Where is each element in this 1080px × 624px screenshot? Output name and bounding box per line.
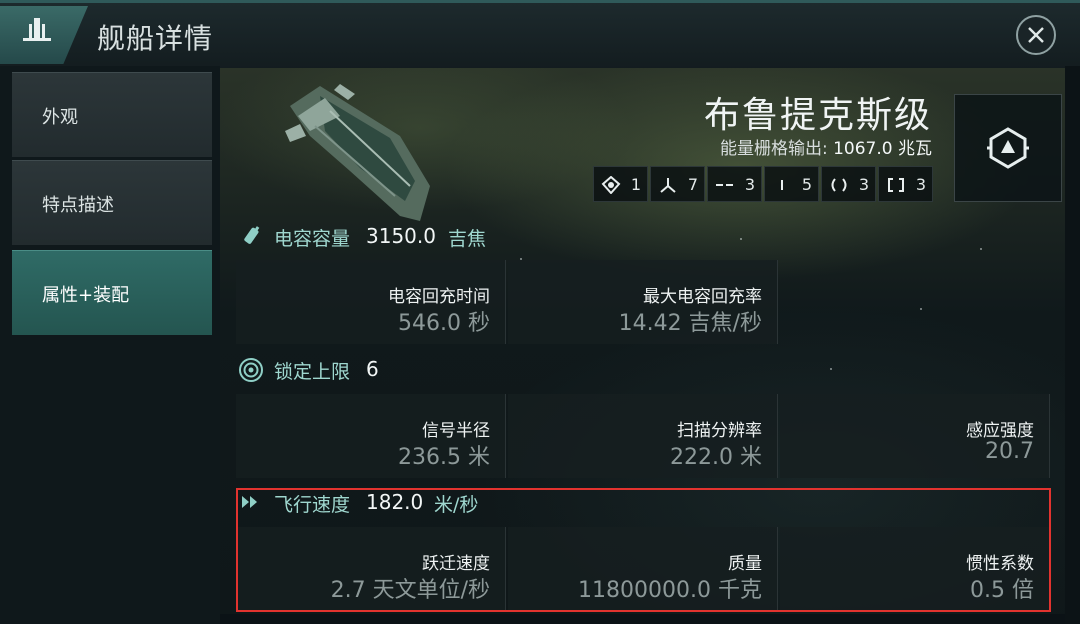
targeting-stats: 信号半径 236.5 米 扫描分辨率 222.0 米 感应强度 20.7 bbox=[236, 394, 1050, 478]
tab-description-label: 特点描述 bbox=[42, 195, 114, 216]
drone-slot-count: 7 bbox=[687, 175, 698, 194]
navigation-unit: 米/秒 bbox=[434, 494, 479, 516]
title-bar: 舰船详情 bbox=[0, 0, 1080, 69]
turret-slot-count: 1 bbox=[630, 175, 641, 194]
tab-attributes-fitting[interactable]: 属性+装配 bbox=[12, 250, 212, 335]
fitting-emblem-icon bbox=[987, 127, 1029, 169]
capacitor-value: 3150.0 bbox=[366, 224, 436, 248]
speed-arrows-icon bbox=[242, 496, 257, 508]
mid-slot: 5 bbox=[764, 166, 819, 202]
rig-slot-count: 3 bbox=[915, 175, 926, 194]
window-edge bbox=[1065, 66, 1080, 624]
tab-description[interactable]: 特点描述 bbox=[12, 160, 212, 245]
stat-label: 扫描分辨率 bbox=[677, 421, 762, 441]
tab-appearance-label: 外观 bbox=[42, 107, 78, 128]
rig-slot-icon bbox=[888, 178, 904, 192]
high-slot-icon bbox=[716, 184, 733, 186]
stat-label: 跃迁速度 bbox=[422, 554, 490, 574]
stat-value: 546.0 秒 bbox=[398, 311, 490, 336]
stat-value: 2.7 天文单位/秒 bbox=[330, 578, 490, 603]
capacitor-unit: 吉焦 bbox=[448, 228, 487, 250]
close-button[interactable] bbox=[1016, 15, 1056, 55]
star bbox=[740, 238, 742, 240]
rig-slot: 3 bbox=[878, 166, 933, 202]
stat-value: 222.0 米 bbox=[670, 445, 762, 470]
stat-warp-speed: 跃迁速度 2.7 天文单位/秒 bbox=[236, 527, 506, 611]
page-title: 舰船详情 bbox=[97, 22, 214, 55]
low-slot-count: 3 bbox=[858, 175, 869, 194]
stat-cap-peak-recharge: 最大电容回充率 14.42 吉焦/秒 bbox=[508, 260, 778, 344]
stat-label: 最大电容回充率 bbox=[643, 287, 762, 307]
tab-attributes-fitting-label: 属性+装配 bbox=[42, 285, 130, 306]
turret-slot-icon bbox=[601, 176, 621, 194]
stat-label: 感应强度 bbox=[966, 421, 1034, 441]
drone-slot-icon bbox=[660, 178, 676, 193]
navigation-section-header: 飞行速度 182.0 米/秒 bbox=[238, 488, 638, 520]
mid-slot-count: 5 bbox=[801, 175, 812, 194]
stat-label: 电容回充时间 bbox=[388, 287, 490, 307]
stat-cap-recharge-time: 电容回充时间 546.0 秒 bbox=[236, 260, 506, 344]
stat-value: 0.5 倍 bbox=[970, 578, 1034, 603]
ship-info-panel: 布鲁提克斯级 能量栅格输出: 1067.0 兆瓦 1 7 3 5 3 3 电容容… bbox=[220, 68, 1065, 614]
navigation-label: 飞行速度 bbox=[274, 494, 351, 516]
ship-name: 布鲁提克斯级 bbox=[703, 95, 932, 136]
drone-slot: 7 bbox=[650, 166, 705, 202]
power-grid-output: 能量栅格输出: 1067.0 兆瓦 bbox=[720, 134, 932, 159]
capacitor-section-header: 电容容量 3150.0 吉焦 bbox=[238, 222, 638, 254]
power-grid-label: 能量栅格输出: bbox=[719, 139, 828, 159]
capacitor-label: 电容容量 bbox=[274, 228, 351, 250]
stat-sensor-strength: 感应强度 20.7 bbox=[780, 394, 1050, 478]
ship-silhouette-icon bbox=[23, 18, 51, 41]
targeting-section-header: 锁定上限 6 bbox=[238, 355, 638, 387]
sidebar: 外观 特点描述 属性+装配 bbox=[0, 66, 220, 624]
capacitor-battery-icon bbox=[244, 226, 260, 244]
target-lock-icon bbox=[239, 358, 263, 382]
tab-appearance[interactable]: 外观 bbox=[12, 72, 212, 157]
stat-signature-radius: 信号半径 236.5 米 bbox=[236, 394, 506, 478]
close-icon bbox=[1028, 27, 1044, 43]
star bbox=[980, 248, 982, 250]
ship-emblem-button[interactable] bbox=[954, 94, 1062, 202]
low-slot-icon bbox=[831, 178, 847, 192]
stat-value: 11800000.0 千克 bbox=[578, 578, 762, 603]
high-slot: 3 bbox=[707, 166, 762, 202]
power-grid-unit: 兆瓦 bbox=[898, 139, 932, 159]
targeting-value: 6 bbox=[366, 357, 379, 381]
mid-slot-icon bbox=[781, 180, 783, 190]
star bbox=[830, 368, 832, 370]
ship-class-badge bbox=[0, 6, 88, 64]
stat-value: 14.42 吉焦/秒 bbox=[618, 311, 762, 336]
stat-inertia-modifier: 惯性系数 0.5 倍 bbox=[780, 527, 1050, 611]
high-slot-count: 3 bbox=[744, 175, 755, 194]
navigation-value: 182.0 bbox=[366, 490, 424, 514]
power-grid-value: 1067.0 bbox=[833, 139, 893, 159]
low-slot: 3 bbox=[821, 166, 876, 202]
stat-value: 236.5 米 bbox=[398, 445, 490, 470]
stat-label: 质量 bbox=[728, 554, 762, 574]
capacitor-stats: 电容回充时间 546.0 秒 最大电容回充率 14.42 吉焦/秒 bbox=[236, 260, 1050, 344]
stat-value: 20.7 bbox=[985, 439, 1034, 464]
ship-model-image bbox=[285, 84, 430, 221]
stat-label: 信号半径 bbox=[422, 421, 490, 441]
navigation-stats: 跃迁速度 2.7 天文单位/秒 质量 11800000.0 千克 惯性系数 0.… bbox=[236, 527, 1050, 611]
stat-label: 惯性系数 bbox=[966, 554, 1034, 574]
stat-mass: 质量 11800000.0 千克 bbox=[508, 527, 778, 611]
turret-slot: 1 bbox=[593, 166, 648, 202]
stat-scan-resolution: 扫描分辨率 222.0 米 bbox=[508, 394, 778, 478]
targeting-label: 锁定上限 bbox=[274, 361, 351, 383]
